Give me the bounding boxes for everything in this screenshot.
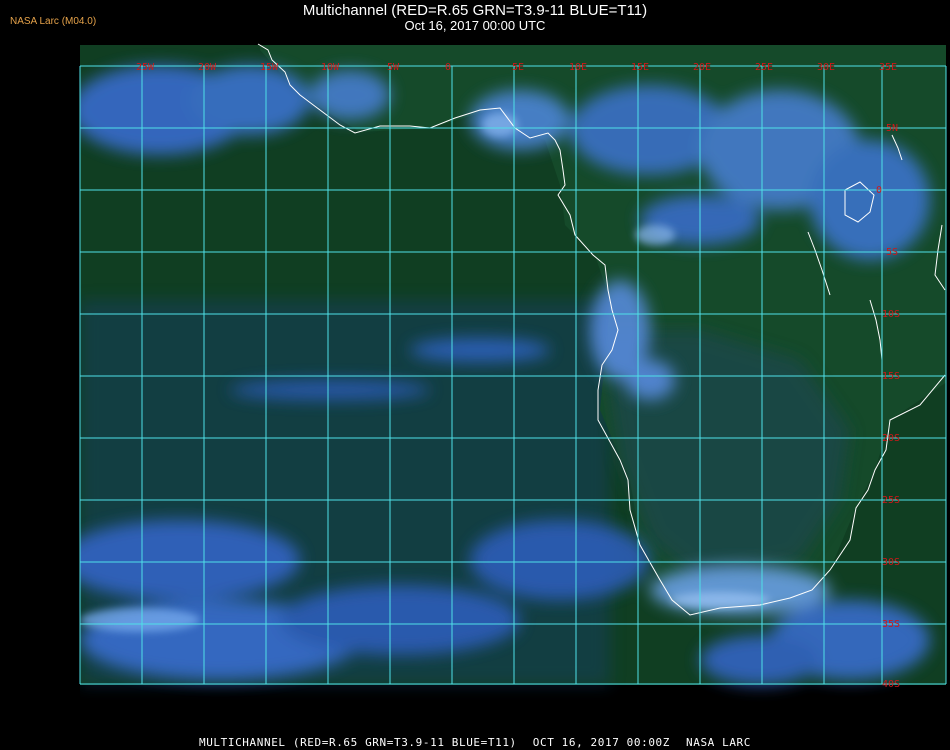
lon-label: 10W — [321, 62, 340, 73]
lon-label: 20E — [693, 62, 711, 73]
lat-label: 0 — [876, 185, 882, 196]
lon-label: 30E — [817, 62, 835, 73]
lon-label: 5W — [387, 62, 400, 73]
lat-label: 15S — [882, 371, 900, 382]
image-timestamp: Oct 16, 2017 00:00 UTC — [404, 18, 546, 33]
footer-date: OCT 16, 2017 00:00Z — [532, 736, 670, 749]
lat-label: 10S — [882, 309, 900, 320]
lon-label: 0 — [445, 62, 451, 73]
lat-label: 25S — [882, 495, 900, 506]
footer-bar: MULTICHANNEL (RED=R.65 GRN=T3.9-11 BLUE=… — [0, 736, 950, 749]
lat-label: 35S — [882, 619, 900, 630]
footer-source: NASA LARC — [686, 736, 752, 749]
lon-label: 35E — [879, 62, 897, 73]
lat-label: 5N — [886, 123, 898, 134]
lon-label: 20W — [198, 62, 217, 73]
lon-label: 15E — [631, 62, 649, 73]
lon-label: 5E — [512, 62, 524, 73]
footer-product: MULTICHANNEL (RED=R.65 GRN=T3.9-11 BLUE=… — [198, 736, 517, 749]
lon-label: 15W — [260, 62, 279, 73]
lat-label: 30S — [882, 557, 900, 568]
lon-label: 10E — [569, 62, 587, 73]
lat-label: 40S — [882, 679, 900, 690]
lat-label: 5S — [886, 247, 898, 258]
lon-label: 25W — [136, 62, 155, 73]
lat-label: 20S — [882, 433, 900, 444]
lon-label: 25E — [755, 62, 773, 73]
product-title: Multichannel (RED=R.65 GRN=T3.9-11 BLUE=… — [302, 2, 648, 19]
imagery-layer — [80, 45, 946, 685]
satellite-map: 25W 20W 15W 10W 5W 0 5E 10E 15E 20E 25E … — [79, 40, 947, 728]
